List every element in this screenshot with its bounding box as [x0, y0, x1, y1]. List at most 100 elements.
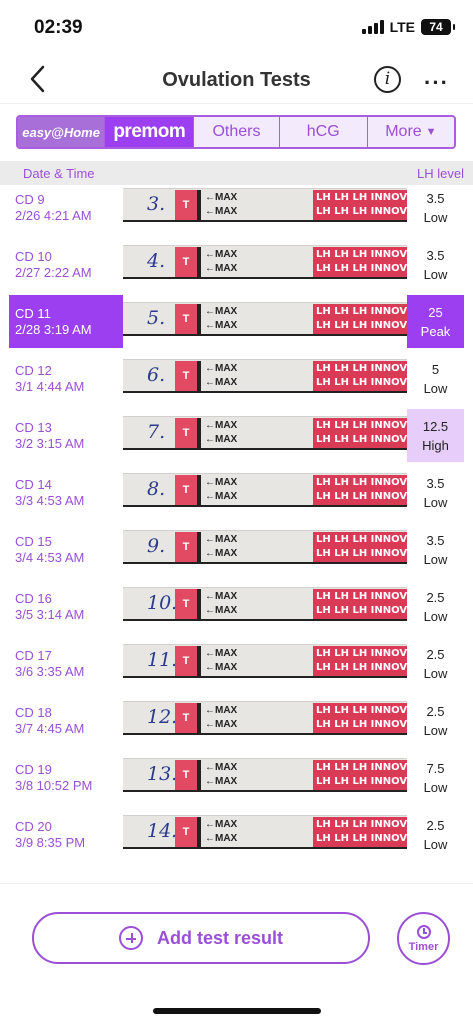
strip-max-text: MAX — [215, 591, 238, 602]
tab-premom[interactable]: premom — [105, 117, 195, 147]
test-strip-image: 6.T←MAX←MAXLH LH LH INNOVITALH LH LH INN… — [123, 359, 407, 393]
result-row[interactable]: CD 13 3/2 3:15 AM 7. T ←MAX ←MAX LH LH LH INNO… — [0, 405, 473, 462]
result-row[interactable]: CD 11 2/28 3:19 AM 5. T ←MAX ←MAX LH LH LH INN… — [0, 291, 473, 348]
test-datetime: 3/1 4:44 AM — [15, 378, 85, 394]
result-row[interactable]: CD 20 3/9 8:35 PM 14. T ←MAX ←MAX LH LH LH INN… — [0, 804, 473, 861]
tab-label: More — [385, 123, 422, 140]
strip-handwritten-number: 10. — [147, 592, 178, 614]
strip-brand-text: LH LH LH INNOVITA — [316, 263, 407, 274]
strip-brand-text: LH LH LH INNOVITA — [316, 320, 407, 331]
strip-brand-text: LH LH LH INNOVITA — [316, 833, 407, 844]
strip-max-label: ←MAX ←MAX — [205, 705, 238, 730]
status-bar: 02:39 LTE 74 — [0, 0, 473, 56]
strip-brand-band: LH LH LH INNOVITA LH LH LH INNOVITA — [313, 475, 407, 505]
tab-hcg[interactable]: hCG — [280, 117, 368, 147]
cycle-day: CD 9 — [15, 191, 45, 207]
row-date-cell: CD 16 3/5 3:14 AM — [9, 580, 123, 633]
result-row[interactable]: CD 10 2/27 2:22 AM 4. T ←MAX ←MAX LH LH LH INN… — [0, 234, 473, 291]
strip-brand-text: LH LH LH INNOVITA — [316, 705, 407, 716]
test-strip-image: 12.T←MAX←MAXLH LH LH INNOVITALH LH LH IN… — [123, 701, 407, 735]
lh-value: 2.5 — [426, 646, 445, 662]
test-strip-image: 5.T←MAX←MAXLH LH LH INNOVITALH LH LH INN… — [123, 302, 407, 336]
lh-level-cell: 3.5 Low — [407, 185, 464, 234]
strip-brand-band: LH LH LH INNOVITA LH LH LH INNOVITA — [313, 190, 407, 220]
lh-level-cell: 2.5 Low — [407, 637, 464, 690]
strip-brand-text: LH LH LH INNOVITA — [316, 477, 407, 488]
strip-t-label: T — [175, 304, 197, 334]
test-strip-image: 8.T←MAX←MAXLH LH LH INNOVITALH LH LH INN… — [123, 473, 407, 507]
test-datetime: 3/8 10:52 PM — [15, 777, 93, 793]
strip-max-text: MAX — [215, 719, 238, 730]
strip-brand-text: LH LH LH INNOVITA — [316, 719, 407, 730]
test-strip-image: 14.T←MAX←MAXLH LH LH INNOVITALH LH LH IN… — [123, 815, 407, 849]
tab-easy-home[interactable]: easy@Home — [18, 117, 106, 147]
strip-t-label: T — [175, 247, 197, 277]
add-test-result-label: Add test result — [156, 927, 284, 948]
cycle-day: CD 10 — [15, 248, 52, 264]
cycle-day: CD 13 — [15, 419, 52, 435]
result-row[interactable]: CD 14 3/3 4:53 AM 8. T ←MAX ←MAX LH LH LH INNO… — [0, 462, 473, 519]
test-datetime: 2/27 2:22 AM — [15, 264, 92, 280]
lh-level-cell: 5 Low — [407, 352, 464, 405]
strip-brand-band: LH LH LH INNOVITA LH LH LH INNOVITA — [313, 532, 407, 562]
strip-brand-band: LH LH LH INNOVITA LH LH LH INNOVITA — [313, 247, 407, 277]
strip-max-text: MAX — [215, 491, 238, 502]
timer-button[interactable]: Timer — [397, 912, 450, 965]
more-options-button[interactable]: ··· — [424, 70, 449, 96]
row-date-cell: CD 20 3/9 8:35 PM — [9, 808, 123, 861]
lh-status: Low — [423, 779, 448, 795]
strip-brand-band: LH LH LH INNOVITA LH LH LH INNOVITA — [313, 646, 407, 676]
strip-brand-text: LH LH LH INNOVITA — [316, 249, 407, 260]
strip-line — [197, 589, 201, 619]
lh-value: 3.5 — [426, 532, 445, 548]
lh-level-cell: 2.5 Low — [407, 580, 464, 633]
strip-max-text: MAX — [215, 434, 238, 445]
status-time: 02:39 — [34, 17, 83, 38]
network-label: LTE — [389, 19, 415, 35]
strip-line — [197, 247, 201, 277]
strip-max-text: MAX — [215, 477, 238, 488]
row-date-cell: CD 10 2/27 2:22 AM — [9, 238, 123, 291]
strip-max-text: MAX — [215, 192, 238, 203]
strip-brand-band: LH LH LH INNOVITA LH LH LH INNOVITA — [313, 760, 407, 790]
row-date-cell: CD 14 3/3 4:53 AM — [9, 466, 123, 519]
strip-brand-text: LH LH LH INNOVITA — [316, 491, 407, 502]
home-indicator — [153, 1008, 321, 1014]
strip-handwritten-number: 9. — [147, 535, 166, 557]
strip-t-label: T — [175, 817, 197, 847]
strip-handwritten-number: 11. — [147, 649, 178, 671]
result-row[interactable]: CD 19 3/8 10:52 PM 13. T ←MAX ←MAX LH LH LH IN… — [0, 747, 473, 804]
strip-line — [197, 703, 201, 733]
strip-max-label: ←MAX ←MAX — [205, 534, 238, 559]
strip-brand-text: LH LH LH INNOVITA — [316, 206, 407, 217]
tab-others[interactable]: Others — [194, 117, 280, 147]
strip-max-label: ←MAX ←MAX — [205, 249, 238, 274]
strip-max-text: MAX — [215, 420, 238, 431]
result-row[interactable]: CD 17 3/6 3:35 AM 11. T ←MAX ←MAX LH LH LH INN… — [0, 633, 473, 690]
status-icons: LTE 74 — [361, 19, 455, 35]
result-row[interactable]: CD 16 3/5 3:14 AM 10. T ←MAX ←MAX LH LH LH INN… — [0, 576, 473, 633]
test-strip-image: 7.T←MAX←MAXLH LH LH INNOVITALH LH LH INN… — [123, 416, 407, 450]
lh-status: Low — [423, 266, 448, 282]
strip-brand-text: LH LH LH INNOVITA — [316, 363, 407, 374]
easy-home-logo: easy@Home — [22, 124, 100, 140]
result-row[interactable]: CD 9 2/26 4:21 AM 3. T ←MAX ←MAX LH LH LH INNO… — [0, 185, 473, 234]
cycle-day: CD 15 — [15, 533, 52, 549]
strip-max-text: MAX — [215, 705, 238, 716]
strip-t-label: T — [175, 760, 197, 790]
result-row[interactable]: CD 18 3/7 4:45 AM 12. T ←MAX ←MAX LH LH LH INN… — [0, 690, 473, 747]
lh-status: Low — [423, 722, 448, 738]
info-button[interactable]: i — [374, 66, 401, 93]
strip-max-text: MAX — [215, 206, 238, 217]
timer-label: Timer — [408, 940, 439, 953]
strip-brand-band: LH LH LH INNOVITA LH LH LH INNOVITA — [313, 703, 407, 733]
lh-level-cell: 3.5 Low — [407, 523, 464, 576]
result-row[interactable]: CD 12 3/1 4:44 AM 6. T ←MAX ←MAX LH LH LH INNO… — [0, 348, 473, 405]
add-test-result-button[interactable]: Add test result — [32, 912, 370, 964]
tab-more[interactable]: More ▼ — [368, 117, 454, 147]
result-row[interactable]: CD 15 3/4 4:53 AM 9. T ←MAX ←MAX LH LH LH INNO… — [0, 519, 473, 576]
test-datetime: 3/5 3:14 AM — [15, 606, 85, 622]
cycle-day: CD 19 — [15, 761, 52, 777]
strip-max-label: ←MAX ←MAX — [205, 192, 238, 217]
lh-level-cell: 7.5 Low — [407, 751, 464, 804]
